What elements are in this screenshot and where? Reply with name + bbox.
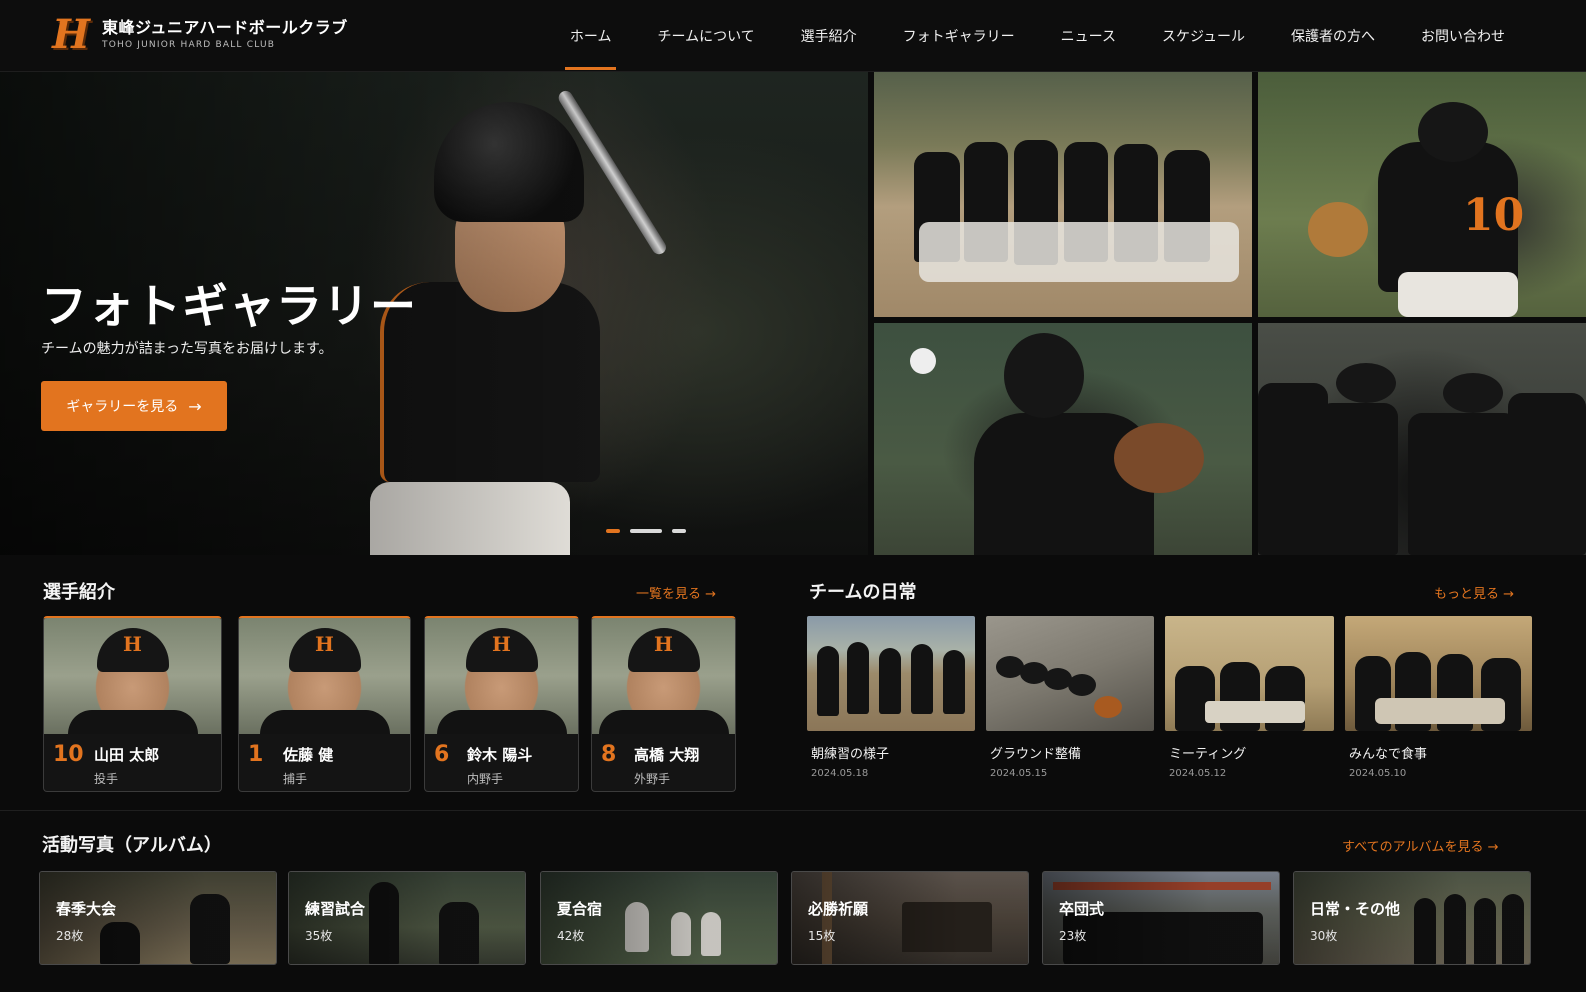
daily-section-title: チームの日常 (809, 582, 917, 603)
daily-date: 2024.05.12 (1169, 768, 1227, 779)
club-name-ja: 東峰ジュニアハードボールクラブ (102, 18, 348, 37)
site-header: H 東峰ジュニアハードボールクラブ TOHO JUNIOR HARD BALL … (0, 0, 1586, 72)
player-card[interactable]: H 1 佐藤 健 捕手 (238, 616, 411, 792)
gallery-photo-team-huddle[interactable] (874, 72, 1252, 317)
daily-caption: みんなで食事 (1349, 747, 1428, 762)
daily-photo (986, 616, 1154, 731)
album-title: 必勝祈願 (808, 900, 869, 918)
nav-schedule[interactable]: スケジュール (1139, 0, 1268, 72)
section-divider (0, 810, 1586, 811)
player-number: 8 (601, 742, 617, 767)
player-portrait: H (425, 618, 578, 734)
album-card[interactable]: 日常・その他 30枚 (1293, 871, 1531, 965)
nav-players[interactable]: 選手紹介 (778, 0, 880, 72)
daily-date: 2024.05.10 (1349, 768, 1407, 779)
daily-photo (1345, 616, 1532, 731)
player-name: 佐藤 健 (283, 746, 334, 764)
player-card[interactable]: H 10 山田 太郎 投手 (43, 616, 222, 792)
nav-home[interactable]: ホーム (547, 0, 635, 72)
daily-caption: グラウンド整備 (990, 747, 1082, 762)
album-title: 日常・その他 (1310, 900, 1401, 918)
gallery-photo-catcher[interactable] (874, 323, 1252, 555)
player-card[interactable]: H 6 鈴木 陽斗 内野手 (424, 616, 579, 792)
daily-item[interactable]: ミーティング 2024.05.12 (1165, 616, 1334, 786)
albums-view-all-link[interactable]: すべてのアルバムを見る → (1342, 836, 1498, 855)
player-card[interactable]: H 8 高橋 大翔 外野手 (591, 616, 736, 792)
player-name: 鈴木 陽斗 (467, 746, 533, 764)
daily-photo (807, 616, 975, 731)
player-number: 1 (248, 742, 264, 767)
slider-dots (606, 529, 686, 533)
album-card[interactable]: 夏合宿 42枚 (540, 871, 778, 965)
album-count: 23枚 (1059, 929, 1087, 943)
nav-contact[interactable]: お問い合わせ (1398, 0, 1528, 72)
hero-subtitle: チームの魅力が詰まった写真をお届けします。 (41, 341, 333, 357)
nav-parents[interactable]: 保護者の方へ (1268, 0, 1398, 72)
arrow-right-icon: → (188, 396, 202, 416)
player-portrait: H (239, 618, 410, 734)
gallery-photo-fielder[interactable]: 10 (1258, 72, 1586, 317)
player-number: 6 (434, 742, 450, 767)
album-count: 35枚 (305, 929, 333, 943)
album-title: 夏合宿 (557, 900, 603, 918)
daily-date: 2024.05.18 (811, 768, 869, 779)
site-logo[interactable]: H 東峰ジュニアハードボールクラブ TOHO JUNIOR HARD BALL … (48, 10, 348, 58)
player-name: 山田 太郎 (94, 746, 160, 764)
daily-caption: 朝練習の様子 (811, 747, 890, 762)
view-gallery-button[interactable]: ギャラリーを見る → (41, 381, 227, 431)
nav-news[interactable]: ニュース (1038, 0, 1139, 72)
albums-section-title: 活動写真（アルバム） (42, 835, 222, 856)
player-portrait: H (44, 618, 221, 734)
daily-item[interactable]: みんなで食事 2024.05.10 (1345, 616, 1532, 786)
daily-more-link[interactable]: もっと見る → (1434, 583, 1514, 602)
logo-h-icon: H (52, 10, 90, 58)
daily-date: 2024.05.15 (990, 768, 1048, 779)
slider-dot-3[interactable] (672, 529, 686, 533)
daily-item[interactable]: グラウンド整備 2024.05.15 (986, 616, 1154, 786)
album-card[interactable]: 練習試合 35枚 (288, 871, 526, 965)
album-count: 30枚 (1310, 929, 1338, 943)
main-nav: ホーム チームについて 選手紹介 フォトギャラリー ニュース スケジュール 保護… (547, 0, 1528, 72)
album-count: 28枚 (56, 929, 84, 943)
daily-item[interactable]: 朝練習の様子 2024.05.18 (807, 616, 975, 786)
player-portrait: H (592, 618, 735, 734)
album-card[interactable]: 卒団式 23枚 (1042, 871, 1280, 965)
slider-dot-1[interactable] (606, 529, 620, 533)
player-position: 外野手 (634, 772, 671, 786)
players-section-title: 選手紹介 (43, 582, 115, 603)
player-number: 10 (53, 742, 84, 767)
nav-photo-gallery[interactable]: フォトギャラリー (880, 0, 1038, 72)
players-view-all-link[interactable]: 一覧を見る → (636, 583, 716, 602)
view-gallery-label: ギャラリーを見る (66, 399, 179, 415)
player-position: 投手 (94, 772, 119, 786)
album-count: 15枚 (808, 929, 836, 943)
logo-text: 東峰ジュニアハードボールクラブ TOHO JUNIOR HARD BALL CL… (102, 18, 348, 50)
album-title: 卒団式 (1059, 900, 1105, 918)
daily-photo (1165, 616, 1334, 731)
album-card[interactable]: 必勝祈願 15枚 (791, 871, 1029, 965)
album-title: 春季大会 (56, 900, 117, 918)
slider-dot-2[interactable] (630, 529, 662, 533)
hero-title: フォトギャラリー (41, 279, 417, 333)
album-title: 練習試合 (305, 900, 366, 918)
album-card[interactable]: 春季大会 28枚 (39, 871, 277, 965)
club-name-en: TOHO JUNIOR HARD BALL CLUB (102, 40, 276, 50)
player-position: 捕手 (283, 772, 308, 786)
nav-about-team[interactable]: チームについて (634, 0, 777, 72)
player-name: 高橋 大翔 (634, 746, 700, 764)
player-position: 内野手 (467, 772, 504, 786)
daily-caption: ミーティング (1169, 747, 1247, 762)
hero-slider: フォトギャラリー チームの魅力が詰まった写真をお届けします。 ギャラリーを見る … (0, 72, 868, 555)
album-count: 42枚 (557, 929, 585, 943)
gallery-photo-cheering-team[interactable] (1258, 323, 1586, 555)
